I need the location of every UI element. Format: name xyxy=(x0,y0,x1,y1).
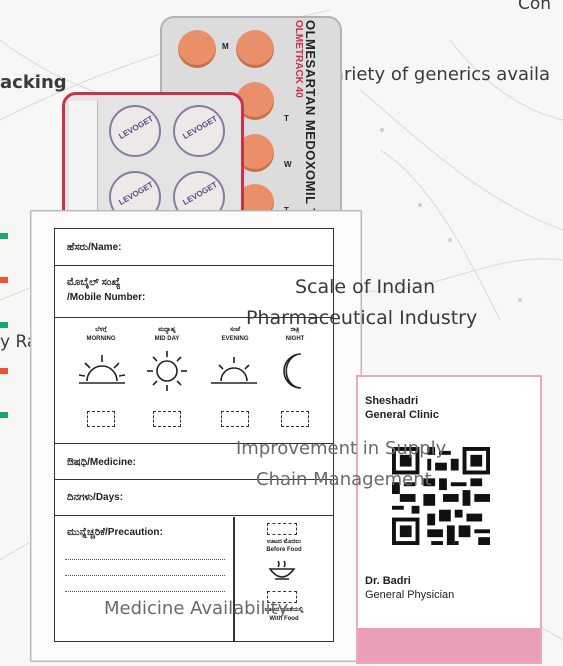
accent-mark-green xyxy=(0,233,8,239)
blister-title: OLMESARTAN MEDOXOMIL TABLE OLMETRACK 40 xyxy=(278,20,338,253)
sun-icon xyxy=(147,351,187,391)
days-label: ದಿನಗಳು/Days: xyxy=(67,492,124,503)
precaution-divider xyxy=(233,517,235,641)
form-row-name: ಹೆಸರು/Name: xyxy=(55,229,333,266)
blister-label-strip xyxy=(69,101,98,217)
accent-mark-green xyxy=(0,322,8,328)
bg-text-availability: Medicine Availability xyxy=(104,598,289,619)
mobile-label-en: /Mobile Number: xyxy=(67,292,146,303)
qr-code[interactable] xyxy=(392,447,490,545)
medicine-label: ಔಷಧಿ/Medicine: xyxy=(67,457,136,468)
bg-text-variety: Variety of generics availa xyxy=(322,64,551,85)
clinic-name: General Clinic xyxy=(365,409,439,421)
time-label-kn: ಮಧ್ಯಾಹ್ನ xyxy=(158,327,176,333)
bg-text-improvement-line2: Chain Management xyxy=(256,469,432,490)
bg-text-con: Con xyxy=(518,0,552,14)
pill xyxy=(178,30,216,68)
bg-text-scale-line1: Scale of Indian xyxy=(295,276,436,298)
blister-brand-text: OLMETRACK 40 xyxy=(293,20,304,98)
precaution-line xyxy=(65,559,225,560)
time-label-en: MID DAY xyxy=(154,336,180,342)
before-food-en: Before Food xyxy=(266,547,302,553)
prescription-form: ಹೆಸರು/Name: ಮೊಬೈಲ್ ಸಂಖ್ಯೆ /Mobile Number… xyxy=(54,228,334,642)
accent-mark-red xyxy=(0,368,8,374)
food-bowl-icon xyxy=(268,560,296,580)
mobile-label-kn: ಮೊಬೈಲ್ ಸಂಖ್ಯೆ xyxy=(67,277,121,288)
accent-mark-red xyxy=(0,277,8,283)
pill xyxy=(236,30,274,68)
before-food-checkbox[interactable] xyxy=(267,523,297,535)
card-footer-band xyxy=(358,628,540,662)
prescription-card: Sheshadri General Clinic Dr. Badri Gener… xyxy=(356,375,542,664)
precaution-line xyxy=(65,575,225,576)
precaution-label: ಮುನ್ನೆಚ್ಚರಿಕೆ/Precaution: xyxy=(67,527,163,538)
dose-checkbox-evening[interactable] xyxy=(221,411,249,427)
time-label-en: MORNING xyxy=(86,336,116,342)
bg-text-scale-line2: Pharmaceutical Industry xyxy=(246,307,478,329)
doctor-name: Dr. Badri xyxy=(365,575,411,587)
time-label-kn: ಬೆಳಗ್ಗೆ xyxy=(95,327,107,333)
doctor-role: General Physician xyxy=(365,589,455,601)
sunrise-icon xyxy=(78,355,126,384)
precaution-line xyxy=(65,591,225,592)
sunset-icon xyxy=(211,357,257,384)
bg-text-tracking: acking xyxy=(0,72,67,93)
before-food-kn: ಊಟದ ಮೊದಲು xyxy=(266,539,302,545)
name-label: ಹೆಸರು/Name: xyxy=(67,242,122,253)
blister-day-label: M xyxy=(222,42,229,51)
accent-mark-green xyxy=(0,412,8,418)
clinic-name: Sheshadri xyxy=(365,395,419,407)
form-row-times: ಬೆಳಗ್ಗೆ MORNING ಮಧ್ಯಾಹ್ನ MID DAY ಸಂಜೆ EV… xyxy=(55,319,333,444)
time-label-en: EVENING xyxy=(221,336,249,342)
form-row-precaution: ಮುನ್ನೆಚ್ಚರಿಕೆ/Precaution: ಊಟದ ಮೊದಲು Befo… xyxy=(55,517,333,641)
dose-checkbox-morning[interactable] xyxy=(87,411,115,427)
time-label-en: NIGHT xyxy=(285,336,305,342)
dose-checkbox-night[interactable] xyxy=(281,411,309,427)
moon-icon xyxy=(283,353,302,389)
dose-checkbox-midday[interactable] xyxy=(153,411,181,427)
bg-text-improvement-line1: Improvement in Supply xyxy=(236,438,447,459)
